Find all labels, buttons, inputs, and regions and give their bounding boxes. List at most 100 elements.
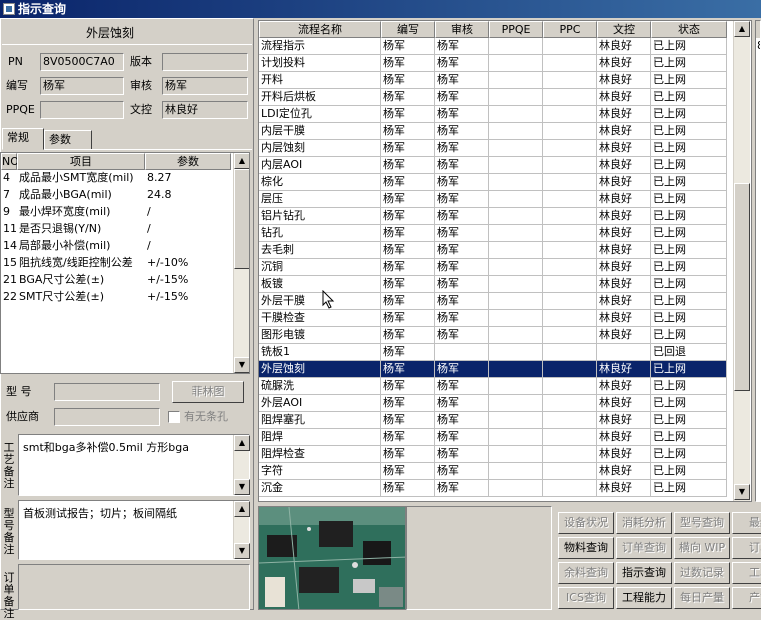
table-row[interactable]: 外层蚀刻 杨军 杨军 林良好 已上网 xyxy=(259,361,751,378)
action-button[interactable]: ICS查询 xyxy=(558,587,614,609)
col-docctrl[interactable]: 文控 xyxy=(597,21,651,38)
col-ppqe[interactable]: PPQE xyxy=(489,21,543,38)
scroll-up-icon[interactable]: ▲ xyxy=(734,21,750,37)
scroll-down-icon[interactable]: ▼ xyxy=(234,357,249,373)
action-button[interactable]: 产能 xyxy=(732,587,761,609)
table-row[interactable]: 铝片钻孔 杨军 杨军 林良好 已上网 xyxy=(259,208,751,225)
action-button[interactable]: 最终 xyxy=(732,512,761,534)
model-note-box[interactable]: 首板测试报告；切片；板间隔纸 ▲ ▼ xyxy=(18,500,250,560)
col-editor[interactable]: 编写 xyxy=(381,21,435,38)
table-row[interactable]: 内层AOI 杨军 杨军 林良好 已上网 xyxy=(259,157,751,174)
tab-general[interactable]: 常规 xyxy=(2,128,44,150)
action-button[interactable]: 工程能力 xyxy=(616,587,672,609)
table-row[interactable]: 层压 杨军 杨军 林良好 已上网 xyxy=(259,191,751,208)
order-note-box[interactable] xyxy=(18,564,250,610)
table-row[interactable]: 沉金 杨军 杨军 林良好 已上网 xyxy=(259,480,751,497)
action-button[interactable]: 余料查询 xyxy=(558,562,614,584)
docctrl-field[interactable]: 林良好 xyxy=(162,101,248,119)
editor-field[interactable]: 杨军 xyxy=(40,77,124,95)
action-button[interactable]: 横向 WIP xyxy=(674,537,730,559)
scroll-thumb[interactable] xyxy=(734,183,750,391)
model-field[interactable] xyxy=(54,383,160,401)
flow-cell-reviewer: 杨军 xyxy=(435,191,489,208)
scroll-thumb[interactable] xyxy=(234,169,249,269)
action-button[interactable]: 物料查询 xyxy=(558,537,614,559)
tab-params[interactable]: 参数 xyxy=(44,130,92,150)
scroll-down-icon[interactable]: ▼ xyxy=(234,479,250,495)
table-row[interactable]: 计划投料 杨军 杨军 林良好 已上网 xyxy=(259,55,751,72)
action-button[interactable]: 型号查询 xyxy=(674,512,730,534)
action-button[interactable]: 订单查询 xyxy=(616,537,672,559)
param-cell-no: 7 xyxy=(3,188,10,201)
scroll-up-icon[interactable]: ▲ xyxy=(234,435,250,451)
table-row[interactable]: 阻焊检查 杨军 杨军 林良好 已上网 xyxy=(259,446,751,463)
table-row[interactable]: 21 BGA尺寸公差(±) +/-15% xyxy=(1,272,249,289)
table-row[interactable]: 流程指示 杨军 杨军 林良好 已上网 xyxy=(259,38,751,55)
param-cell-value: / xyxy=(147,222,151,235)
action-button[interactable]: 指示查询 xyxy=(616,562,672,584)
table-row[interactable]: 外层AOI 杨军 杨军 林良好 已上网 xyxy=(259,395,751,412)
right-panel[interactable]: 8 xyxy=(755,20,761,502)
scroll-up-icon[interactable]: ▲ xyxy=(234,153,249,169)
scroll-down-icon[interactable]: ▼ xyxy=(734,484,750,500)
model-note-scrollbar[interactable]: ▲ ▼ xyxy=(233,501,250,559)
action-button[interactable]: 过数记录 xyxy=(674,562,730,584)
col-item[interactable]: 项目 xyxy=(17,153,145,170)
supplier-field[interactable] xyxy=(54,408,160,426)
col-process-name[interactable]: 流程名称 xyxy=(259,21,381,38)
flow-cell-name: 外层干膜 xyxy=(259,293,381,310)
table-row[interactable]: 图形电镀 杨军 杨军 林良好 已上网 xyxy=(259,327,751,344)
table-row[interactable]: 15 阻抗线宽/线距控制公差 +/-10% xyxy=(1,255,249,272)
film-button[interactable]: 菲林图 xyxy=(172,381,244,403)
col-param[interactable]: 参数 xyxy=(145,153,231,170)
table-row[interactable]: 铣板1 杨军 已回退 xyxy=(259,344,751,361)
table-row[interactable]: 沉铜 杨军 杨军 林良好 已上网 xyxy=(259,259,751,276)
scroll-down-icon[interactable]: ▼ xyxy=(234,543,250,559)
action-button[interactable]: 工单 xyxy=(732,562,761,584)
param-scrollbar[interactable]: ▲ ▼ xyxy=(233,153,249,373)
table-row[interactable]: 4 成品最小SMT宽度(mil) 8.27 xyxy=(1,170,249,187)
table-row[interactable]: 阻焊 杨军 杨军 林良好 已上网 xyxy=(259,429,751,446)
table-row[interactable]: 开料后烘板 杨军 杨军 林良好 已上网 xyxy=(259,89,751,106)
table-row[interactable]: 开料 杨军 杨军 林良好 已上网 xyxy=(259,72,751,89)
flow-table[interactable]: 流程名称 编写 审核 PPQE PPC 文控 状态 流程指示 杨军 杨军 林良好 已上网… xyxy=(258,20,752,502)
table-row[interactable]: 内层干膜 杨军 杨军 林良好 已上网 xyxy=(259,123,751,140)
table-row[interactable]: 棕化 杨军 杨军 林良好 已上网 xyxy=(259,174,751,191)
reviewer-field[interactable]: 杨军 xyxy=(162,77,248,95)
table-row[interactable]: 硫脲洗 杨军 杨军 林良好 已上网 xyxy=(259,378,751,395)
process-note-scrollbar[interactable]: ▲ ▼ xyxy=(233,435,250,495)
flow-cell-status: 已上网 xyxy=(651,72,727,89)
table-row[interactable]: 14 局部最小补偿(mil) / xyxy=(1,238,249,255)
flow-cell-ppc xyxy=(543,361,597,378)
flow-cell-doc: 林良好 xyxy=(597,123,651,140)
action-button[interactable]: 每日产量 xyxy=(674,587,730,609)
col-no[interactable]: NO xyxy=(1,153,19,170)
action-button[interactable]: 消耗分析 xyxy=(616,512,672,534)
flow-scrollbar[interactable]: ▲ ▼ xyxy=(733,21,750,501)
scroll-up-icon[interactable]: ▲ xyxy=(234,501,250,517)
version-field[interactable] xyxy=(162,53,248,71)
action-button[interactable]: 设备状况 xyxy=(558,512,614,534)
table-row[interactable]: 9 最小焊环宽度(mil) / xyxy=(1,204,249,221)
flow-cell-status: 已上网 xyxy=(651,395,727,412)
table-row[interactable]: 11 是否只退锡(Y/N) / xyxy=(1,221,249,238)
action-button[interactable]: 订单 xyxy=(732,537,761,559)
no-hole-checkbox[interactable] xyxy=(168,411,180,423)
param-table[interactable]: NO 项目 参数 4 成品最小SMT宽度(mil) 8.27 7 成品最小BGA(mil… xyxy=(0,152,250,374)
table-row[interactable]: LDI定位孔 杨军 杨军 林良好 已上网 xyxy=(259,106,751,123)
col-status[interactable]: 状态 xyxy=(651,21,727,38)
col-reviewer[interactable]: 审核 xyxy=(435,21,489,38)
col-ppc[interactable]: PPC xyxy=(543,21,597,38)
flow-cell-doc: 林良好 xyxy=(597,55,651,72)
ppqe-field[interactable] xyxy=(40,101,124,119)
pn-field[interactable]: 8V0500C7A0 xyxy=(40,53,124,71)
table-row[interactable]: 字符 杨军 杨军 林良好 已上网 xyxy=(259,463,751,480)
table-row[interactable]: 7 成品最小BGA(mil) 24.8 xyxy=(1,187,249,204)
table-row[interactable]: 内层蚀刻 杨军 杨军 林良好 已上网 xyxy=(259,140,751,157)
process-note-box[interactable]: smt和bga多补偿0.5mil 方形bga ▲ ▼ xyxy=(18,434,250,496)
table-row[interactable]: 去毛刺 杨军 杨军 林良好 已上网 xyxy=(259,242,751,259)
table-row[interactable]: 22 SMT尺寸公差(±) +/-15% xyxy=(1,289,249,306)
table-row[interactable]: 阻焊塞孔 杨军 杨军 林良好 已上网 xyxy=(259,412,751,429)
flow-cell-reviewer: 杨军 xyxy=(435,72,489,89)
table-row[interactable]: 钻孔 杨军 杨军 林良好 已上网 xyxy=(259,225,751,242)
